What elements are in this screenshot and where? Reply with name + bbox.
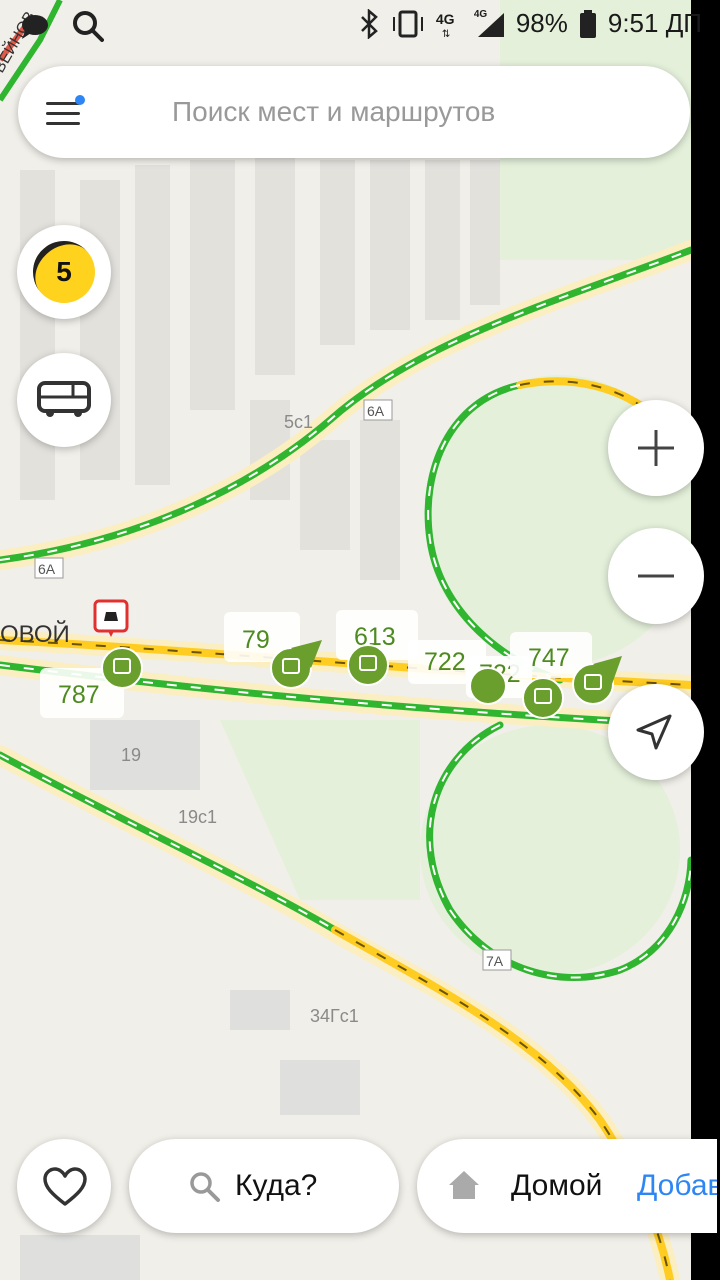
battery-icon — [579, 9, 596, 38]
car-crash-icon[interactable] — [93, 599, 129, 637]
map-label-34gc1: 34Гс1 — [310, 1006, 359, 1026]
battery-percent: 98% — [515, 8, 568, 38]
traffic-button[interactable]: 5 — [17, 225, 111, 319]
svg-text:6А: 6А — [367, 403, 385, 419]
bus-stop-pin[interactable] — [101, 647, 143, 689]
home-icon — [449, 1171, 479, 1199]
svg-text:6А: 6А — [38, 561, 56, 577]
signal-icon: 4G — [474, 9, 506, 39]
road-tag-7a: 7А — [482, 949, 512, 971]
chat-bubble-icon — [22, 15, 48, 39]
search-icon — [190, 1172, 220, 1202]
svg-text:787: 787 — [58, 681, 100, 709]
map-label-19c1: 19с1 — [178, 807, 217, 827]
search-icon — [73, 11, 104, 42]
svg-text:722: 722 — [424, 648, 466, 676]
svg-text:7А: 7А — [486, 953, 504, 969]
where-to-label: Куда? — [235, 1169, 318, 1202]
map-screen[interactable]: 5с1 19 19с1 34Гс1 ОВОЙ ВЕЙНОВ 6А 6А 7А 7… — [0, 0, 691, 1280]
bus-stop-pin[interactable] — [522, 677, 564, 719]
zoom-in-button[interactable] — [608, 400, 704, 496]
status-bar: 4G ⇅ 4G 98% 9:51 ДП — [0, 0, 720, 50]
search-bar[interactable]: Поиск мест и маршрутов — [18, 66, 690, 158]
vibrate-icon — [392, 10, 423, 37]
minus-icon — [638, 574, 674, 578]
notification-dot — [75, 95, 85, 105]
home-label: Домой — [511, 1169, 603, 1202]
svg-text:747: 747 — [528, 644, 570, 672]
heart-icon — [43, 1167, 87, 1206]
svg-text:79: 79 — [242, 626, 270, 654]
where-to-button[interactable]: Куда? — [129, 1139, 399, 1233]
bluetooth-icon — [360, 8, 378, 39]
my-location-button[interactable] — [608, 684, 704, 780]
bus-icon — [37, 381, 91, 417]
road-tag-6a-left: 6А — [34, 557, 64, 579]
add-home-link[interactable]: Добавить — [637, 1169, 717, 1203]
map-canvas[interactable]: 5с1 19 19с1 34Гс1 ОВОЙ ВЕЙНОВ 6А 6А 7А 7… — [0, 0, 691, 1280]
favorites-button[interactable] — [17, 1139, 111, 1233]
map-label-19: 19 — [121, 745, 141, 765]
road-tag-6a-top: 6А — [363, 399, 393, 421]
street-name-label: ОВОЙ — [0, 620, 70, 648]
plus-icon — [638, 430, 674, 466]
transport-button[interactable] — [17, 353, 111, 447]
clock: 9:51 ДП — [607, 8, 702, 38]
network-type-icon: 4G ⇅ — [435, 10, 455, 40]
traffic-ring — [20, 228, 108, 316]
search-input[interactable]: Поиск мест и маршрутов — [172, 96, 495, 128]
menu-button[interactable] — [42, 92, 85, 132]
map-label-5c1: 5с1 — [284, 412, 313, 432]
zoom-out-button[interactable] — [608, 528, 704, 624]
location-arrow-icon — [636, 714, 672, 750]
bus-stop-pin[interactable] — [469, 667, 507, 705]
home-button[interactable]: Домой Добавить — [417, 1139, 717, 1233]
bus-stop-pin[interactable] — [347, 644, 389, 686]
